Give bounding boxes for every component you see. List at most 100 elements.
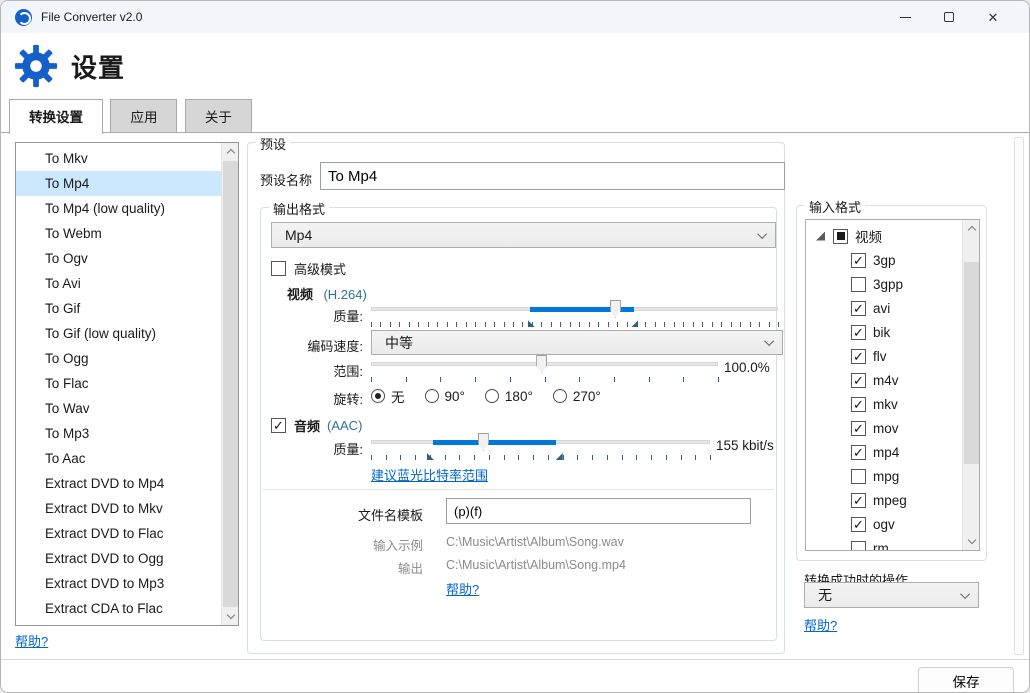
preset-list-item[interactable]: Extract DVD to Flac	[16, 521, 221, 546]
scroll-down-icon[interactable]	[963, 533, 979, 550]
encoding-speed-combo[interactable]: 中等	[371, 330, 783, 355]
format-checkbox[interactable]	[851, 540, 866, 550]
format-tree-root[interactable]: 视频	[806, 224, 962, 248]
slider-thumb[interactable]	[477, 433, 489, 451]
tick-mark	[710, 455, 711, 460]
radio-icon[interactable]	[484, 389, 499, 403]
title-bar: File Converter v2.0 ✕	[1, 1, 1029, 33]
output-format-combo[interactable]: Mp4	[271, 222, 776, 248]
rotation-option[interactable]: 90°	[424, 389, 465, 404]
tick-mark	[405, 377, 407, 382]
video-quality-slider[interactable]	[371, 300, 778, 318]
tab-about[interactable]: 关于	[184, 99, 252, 132]
tab-conversion-settings[interactable]: 转换设置	[9, 99, 103, 134]
rotation-option[interactable]: 270°	[552, 389, 601, 404]
format-checkbox[interactable]	[851, 252, 866, 268]
format-tree-item[interactable]: mpeg	[806, 488, 962, 512]
format-tree-scrollbar[interactable]	[962, 220, 979, 550]
rotation-option[interactable]: 180°	[484, 389, 533, 404]
output-example-label: 输出	[397, 562, 423, 576]
minimize-icon	[899, 16, 911, 18]
preset-list-item[interactable]: Extract CDA to Flac	[16, 596, 221, 621]
preset-list-item[interactable]: To Flac	[16, 371, 221, 396]
scrollbar-thumb[interactable]	[223, 161, 238, 607]
video-category-checkbox[interactable]	[833, 228, 848, 244]
format-tree-item[interactable]: flv	[806, 344, 962, 368]
radio-icon[interactable]	[552, 389, 567, 403]
preset-list-item[interactable]: To Aac	[16, 446, 221, 471]
format-tree-item[interactable]: m4v	[806, 368, 962, 392]
format-tree-item[interactable]: 3gp	[806, 248, 962, 272]
save-button[interactable]: 保存	[918, 667, 1014, 692]
scroll-down-icon[interactable]	[222, 608, 239, 625]
format-checkbox[interactable]	[851, 420, 866, 436]
preset-list-item[interactable]: To Ogg	[16, 346, 221, 371]
slider-thumb[interactable]	[609, 300, 621, 318]
preset-list-scrollbar[interactable]	[221, 143, 238, 625]
post-action-combo[interactable]: 无	[804, 582, 979, 608]
format-tree-item[interactable]: avi	[806, 296, 962, 320]
format-tree-item[interactable]: rm	[806, 536, 962, 550]
format-checkbox[interactable]	[851, 492, 866, 508]
radio-icon[interactable]	[371, 389, 385, 403]
input-formats-help-link[interactable]: 帮助?	[804, 615, 837, 634]
format-checkbox[interactable]	[851, 276, 866, 292]
format-checkbox[interactable]	[851, 372, 866, 388]
tick-mark	[429, 455, 431, 460]
preset-list-item[interactable]: To Gif	[16, 296, 221, 321]
rotation-option[interactable]: 无	[371, 386, 405, 406]
main-scrollbar[interactable]	[1014, 137, 1024, 655]
format-checkbox[interactable]	[851, 324, 866, 340]
format-checkbox[interactable]	[851, 516, 866, 532]
bluray-bitrate-link[interactable]: 建议蓝光比特率范围	[371, 465, 488, 484]
preset-list-item[interactable]: To Ogv	[16, 246, 221, 271]
preset-name-input[interactable]	[320, 162, 785, 190]
format-checkbox[interactable]	[851, 348, 866, 364]
minimize-button[interactable]	[883, 2, 927, 32]
format-tree-item[interactable]: mkv	[806, 392, 962, 416]
preset-list-item[interactable]: Extract DVD to Mp4	[16, 471, 221, 496]
format-tree-item[interactable]: mov	[806, 416, 962, 440]
collapse-icon[interactable]	[816, 231, 825, 241]
preset-list-item[interactable]: To Mp4 (low quality)	[16, 196, 221, 221]
format-checkbox[interactable]	[851, 396, 866, 412]
preset-list-help-link[interactable]: 帮助?	[15, 631, 48, 650]
tick-mark	[400, 455, 402, 460]
scale-slider[interactable]	[371, 355, 718, 373]
scroll-up-icon[interactable]	[222, 143, 239, 160]
preset-list-item[interactable]: To Avi	[16, 271, 221, 296]
preset-list-item[interactable]: To Mp4	[16, 171, 221, 196]
format-checkbox[interactable]	[851, 300, 866, 316]
preset-list-item[interactable]: To Wav	[16, 396, 221, 421]
close-button[interactable]: ✕	[971, 2, 1015, 32]
audio-enabled-checkbox[interactable]	[271, 418, 286, 433]
slider-thumb[interactable]	[536, 355, 548, 373]
audio-quality-label: 质量:	[333, 442, 363, 457]
maximize-button[interactable]	[927, 2, 971, 32]
scroll-up-icon[interactable]	[963, 220, 979, 237]
format-tree-item[interactable]: mpg	[806, 464, 962, 488]
filename-help-link[interactable]: 帮助?	[446, 579, 479, 598]
advanced-mode-checkbox[interactable]	[271, 261, 286, 276]
preset-list-item[interactable]: Extract DVD to Ogg	[16, 546, 221, 571]
tick-mark	[648, 377, 650, 382]
format-tree-item[interactable]: 3gpp	[806, 272, 962, 296]
preset-list-item[interactable]: To Mp3	[16, 421, 221, 446]
radio-icon[interactable]	[424, 389, 439, 403]
preset-list-item[interactable]: Extract DVD to Mp3	[16, 571, 221, 596]
preset-list-item[interactable]: To Gif (low quality)	[16, 321, 221, 346]
format-tree-item[interactable]: bik	[806, 320, 962, 344]
preset-list-item[interactable]: Extract DVD to Mkv	[16, 496, 221, 521]
format-checkbox[interactable]	[851, 468, 866, 484]
format-tree-item[interactable]: mp4	[806, 440, 962, 464]
audio-quality-slider[interactable]	[371, 433, 710, 451]
encoding-speed-label: 编码速度:	[307, 339, 363, 354]
preset-list-item[interactable]: To Mkv	[16, 146, 221, 171]
format-tree-item[interactable]: ogv	[806, 512, 962, 536]
filename-template-input[interactable]	[446, 498, 751, 524]
format-checkbox[interactable]	[851, 444, 866, 460]
video-quality-ticks	[371, 320, 779, 329]
preset-list-item[interactable]: To Webm	[16, 221, 221, 246]
scrollbar-thumb[interactable]	[964, 262, 979, 464]
tab-application[interactable]: 应用	[110, 99, 178, 132]
